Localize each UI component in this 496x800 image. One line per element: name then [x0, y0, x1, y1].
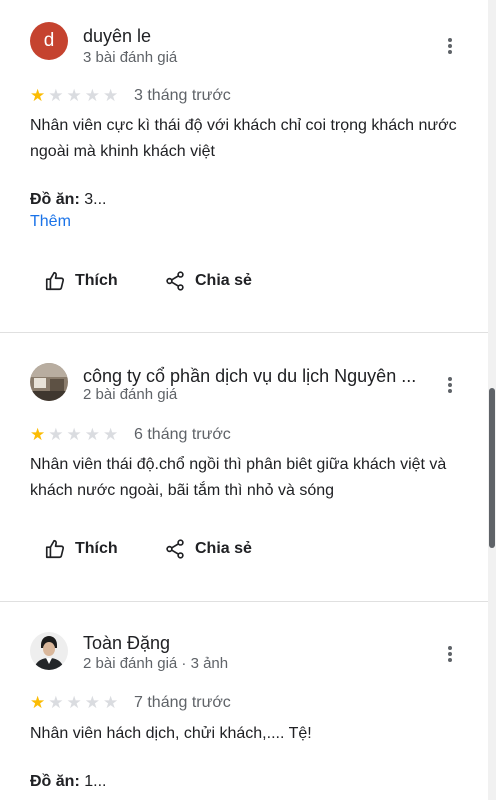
star-icon: ★: [48, 425, 64, 444]
review-date: 3 tháng trước: [134, 87, 231, 104]
star-icon: ★: [48, 86, 64, 105]
star-rating: ★ ★ ★ ★ ★: [30, 86, 119, 105]
more-link[interactable]: Thêm: [30, 213, 71, 231]
star-icon: ★: [84, 693, 100, 712]
review-detail: Đồ ăn: 3...: [30, 191, 106, 209]
reviewer-name[interactable]: duyên le: [83, 26, 151, 47]
share-icon: [166, 539, 184, 559]
star-icon: ★: [103, 425, 119, 444]
detail-label: Đồ ăn:: [30, 191, 80, 208]
detail-value: 3...: [84, 191, 107, 208]
reviewer-avatar[interactable]: [30, 632, 68, 670]
like-label: Thích: [75, 272, 118, 289]
star-icon: ★: [30, 693, 46, 712]
detail-value: 1...: [84, 773, 107, 790]
scrollbar-thumb[interactable]: [489, 388, 495, 548]
share-icon: [166, 271, 184, 291]
like-label: Thích: [75, 540, 118, 557]
star-icon: ★: [30, 425, 46, 444]
reviewer-name[interactable]: Toàn Đặng: [83, 633, 170, 654]
profile-photo-avatar: [30, 363, 68, 401]
reviewer-meta: 2 bài đánh giá · 3 ảnh: [83, 655, 229, 672]
review-card: d duyên le 3 bài đánh giá ★ ★ ★ ★ ★ 3 th…: [0, 0, 488, 332]
more-options-icon[interactable]: [442, 644, 458, 664]
star-icon: ★: [48, 693, 64, 712]
profile-photo-avatar: [30, 632, 68, 670]
share-button[interactable]: Chia sẻ: [164, 269, 252, 293]
star-icon: ★: [66, 86, 82, 105]
star-rating: ★ ★ ★ ★ ★: [30, 425, 119, 444]
reviewer-meta: 3 bài đánh giá: [83, 49, 178, 66]
review-text: Nhân viên hách dịch, chửi khách,.... Tệ!: [30, 725, 312, 742]
star-icon: ★: [84, 425, 100, 444]
review-date: 7 tháng trước: [134, 694, 231, 711]
review-card: Toàn Đặng 2 bài đánh giá · 3 ảnh ★ ★ ★ ★…: [0, 602, 488, 800]
review-text: Nhân viên cực kì thái độ với khách chỉ c…: [30, 117, 457, 160]
like-button[interactable]: Thích: [44, 537, 118, 561]
reviewer-avatar[interactable]: d: [30, 22, 68, 60]
star-icon: ★: [103, 86, 119, 105]
thumb-up-icon: [45, 539, 65, 559]
star-icon: ★: [30, 86, 46, 105]
review-text: Nhân viên thái độ.chổ ngồi thì phân biêt…: [30, 456, 447, 499]
reviewer-avatar[interactable]: [30, 363, 68, 401]
reviewer-meta: 2 bài đánh giá: [83, 386, 178, 403]
star-icon: ★: [103, 693, 119, 712]
star-icon: ★: [66, 693, 82, 712]
more-options-icon[interactable]: [442, 36, 458, 56]
thumb-up-icon: [45, 271, 65, 291]
share-button[interactable]: Chia sẻ: [164, 537, 252, 561]
star-rating: ★ ★ ★ ★ ★: [30, 693, 119, 712]
share-label: Chia sẻ: [195, 540, 252, 557]
review-card: công ty cổ phần dịch vụ du lịch Nguyên .…: [0, 333, 488, 601]
review-detail: Đồ ăn: 1...: [30, 773, 106, 791]
share-label: Chia sẻ: [195, 272, 252, 289]
star-icon: ★: [84, 86, 100, 105]
more-options-icon[interactable]: [442, 375, 458, 395]
star-icon: ★: [66, 425, 82, 444]
detail-label: Đồ ăn:: [30, 773, 80, 790]
like-button[interactable]: Thích: [44, 269, 118, 293]
reviewer-name[interactable]: công ty cổ phần dịch vụ du lịch Nguyên .…: [83, 366, 416, 387]
review-date: 6 tháng trước: [134, 426, 231, 443]
